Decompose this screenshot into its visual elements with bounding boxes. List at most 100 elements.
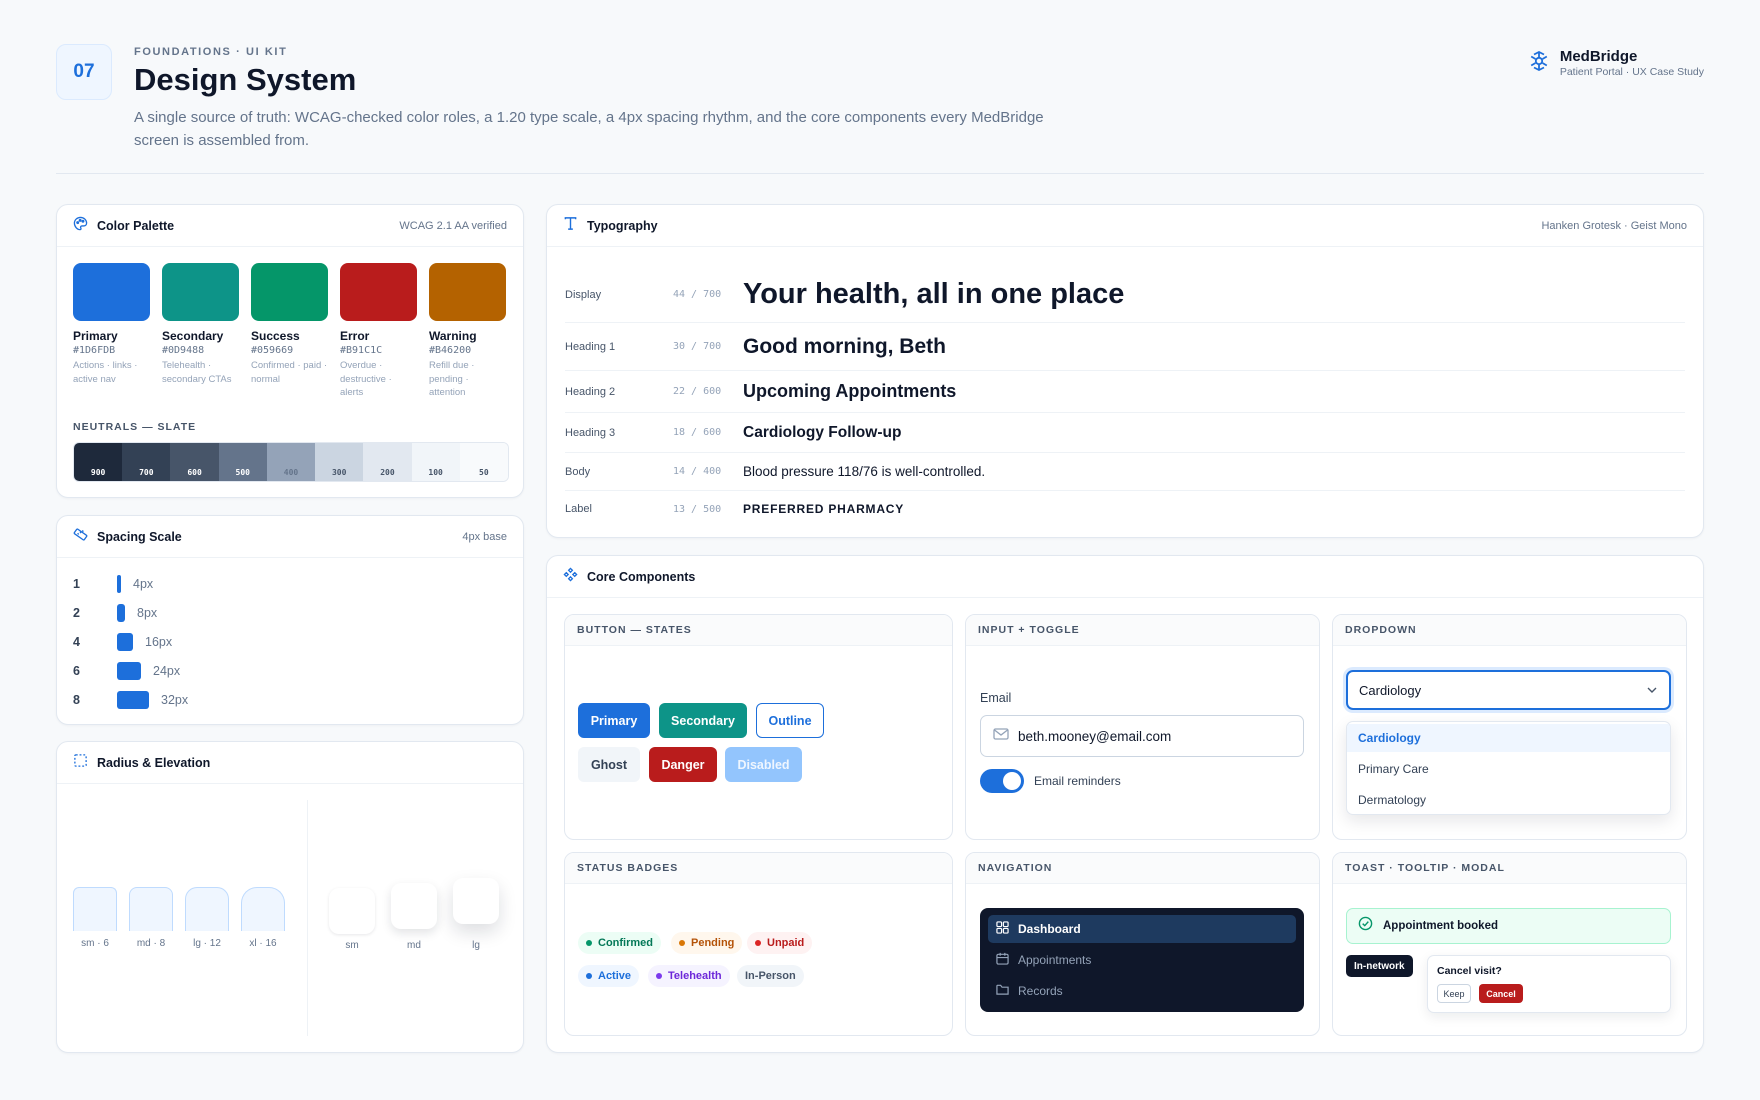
- typography-card: Typography Hanken Grotesk · Geist Mono D…: [546, 204, 1704, 538]
- navigation-panel: NAVIGATION Dashboard Appointments Record…: [965, 852, 1320, 1036]
- type-role: Heading 2: [565, 385, 616, 398]
- toggle-label: Email reminders: [1034, 774, 1121, 788]
- card-title: Radius & Elevation: [97, 755, 211, 770]
- neutrals-label: NEUTRALS — SLATE: [73, 421, 197, 433]
- radius-sample-md: [129, 887, 173, 931]
- buttons-panel: BUTTON — STATES Primary Secondary Outlin…: [564, 614, 953, 840]
- spacing-key: 8: [73, 693, 80, 707]
- type-spec: 13 / 500: [673, 503, 722, 515]
- spacing-row: 4 16px: [73, 632, 172, 652]
- radius-sample-lg: [185, 887, 229, 931]
- secondary-button[interactable]: Secondary: [659, 703, 747, 738]
- spacing-key: 2: [73, 606, 80, 620]
- radius-sample-xl: [241, 887, 285, 931]
- modal-title: Cancel visit?: [1437, 965, 1502, 977]
- swatch-chip: [73, 263, 150, 321]
- type-sample: Good morning, Beth: [743, 334, 946, 358]
- badge-label: In-Person: [745, 970, 796, 982]
- dropdown-option[interactable]: Primary Care: [1347, 755, 1670, 783]
- neutral-400: 400: [266, 443, 316, 481]
- elevation-label: lg: [472, 940, 480, 951]
- swatch-desc: Confirmed · paid · normal: [251, 360, 328, 385]
- panel-heading: TOAST · TOOLTIP · MODAL: [1333, 853, 1686, 884]
- spacing-key: 6: [73, 664, 80, 678]
- email-reminders-toggle[interactable]: [980, 769, 1024, 793]
- neutral-300: 300: [315, 443, 364, 481]
- card-title: Spacing Scale: [97, 529, 182, 544]
- eyebrow: FOUNDATIONS · UI KIT: [134, 46, 288, 58]
- spacing-value: 16px: [145, 635, 173, 649]
- badge-label: Active: [598, 970, 632, 982]
- nav-item-appointments[interactable]: Appointments: [988, 946, 1296, 974]
- radius-label: xl · 16: [249, 938, 277, 949]
- specialty-select[interactable]: Cardiology: [1346, 670, 1671, 710]
- dropdown-panel: DROPDOWN Cardiology Cardiology Primary C…: [1332, 614, 1687, 840]
- sidebar-nav: Dashboard Appointments Records: [980, 908, 1304, 1012]
- success-toast: Appointment booked: [1346, 908, 1671, 944]
- spacing-bar: [117, 604, 125, 622]
- keep-button[interactable]: Keep: [1437, 984, 1471, 1003]
- neutral-500: 500: [218, 443, 267, 481]
- nav-item-records[interactable]: Records: [988, 977, 1296, 1005]
- danger-button[interactable]: Danger: [649, 747, 717, 782]
- neutral-600: 600: [170, 443, 219, 481]
- swatch-success: Success #059669 Confirmed · paid · norma…: [251, 263, 328, 400]
- spacing-bar: [117, 691, 149, 709]
- core-components-card: Core Components BUTTON — STATES Primary …: [546, 555, 1704, 1053]
- tooltip: In-network: [1346, 955, 1413, 977]
- swatch-hex: #B91C1C: [340, 345, 383, 356]
- neutral-scale: 900 700 600 500 400 300 200 100 50: [73, 442, 509, 482]
- swatch-name: Success: [251, 329, 300, 343]
- status-badge-in-person: In-Person: [737, 965, 804, 987]
- dropdown-option[interactable]: Dermatology: [1347, 786, 1670, 814]
- spacing-scale-card: Spacing Scale 4px base 1 4px 2 8px 4 16p…: [56, 515, 524, 725]
- type-spec: 18 / 600: [673, 427, 722, 438]
- ghost-button[interactable]: Ghost: [578, 747, 640, 782]
- radius-label: lg · 12: [193, 938, 221, 949]
- dashed-square-icon: [73, 753, 88, 773]
- panel-heading: DROPDOWN: [1333, 615, 1686, 646]
- nav-label: Records: [1018, 984, 1063, 998]
- panel-heading: BUTTON — STATES: [565, 615, 952, 646]
- calendar-icon: [996, 952, 1018, 968]
- dropdown-option[interactable]: Cardiology: [1347, 724, 1670, 752]
- swatch-name: Warning: [429, 329, 477, 343]
- elevation-label: sm: [345, 940, 359, 951]
- spacing-row: 6 24px: [73, 661, 180, 681]
- type-role: Heading 3: [565, 426, 616, 439]
- swatch-list: Primary #1D6FDB Actions · links · active…: [73, 263, 506, 400]
- swatch-name: Error: [340, 329, 370, 343]
- email-field-label: Email: [980, 691, 1012, 705]
- email-field[interactable]: beth.mooney@email.com: [980, 715, 1304, 757]
- status-badges-panel: STATUS BADGES Confirmed Pending Unpaid A…: [564, 852, 953, 1036]
- type-sample: Cardiology Follow-up: [743, 423, 902, 441]
- type-sample: PREFERRED PHARMACY: [743, 502, 905, 516]
- status-badge-unpaid: Unpaid: [747, 932, 813, 954]
- page-header: 07 FOUNDATIONS · UI KIT Design System A …: [56, 44, 1704, 174]
- elevation-label: md: [407, 940, 421, 951]
- nav-item-dashboard[interactable]: Dashboard: [988, 915, 1296, 943]
- cancel-button[interactable]: Cancel: [1479, 984, 1523, 1003]
- toast-message: Appointment booked: [1383, 920, 1498, 932]
- select-value: Cardiology: [1359, 682, 1422, 698]
- type-row-body: Body 14 / 400 Blood pressure 118/76 is w…: [565, 453, 1685, 491]
- badge-label: Telehealth: [668, 970, 722, 982]
- divider: [307, 800, 308, 1036]
- type-spec: 30 / 700: [673, 341, 722, 352]
- spacing-base-note: 4px base: [462, 530, 507, 543]
- outline-button[interactable]: Outline: [756, 703, 824, 738]
- panel-heading: NAVIGATION: [966, 853, 1319, 884]
- type-sample: Upcoming Appointments: [743, 381, 957, 401]
- radius-label: md · 8: [136, 938, 166, 949]
- panel-heading: STATUS BADGES: [565, 853, 952, 884]
- font-families: Hanken Grotesk · Geist Mono: [1541, 219, 1687, 232]
- spacing-value: 8px: [137, 606, 158, 620]
- swatch-chip: [429, 263, 506, 321]
- toggle-knob: [1003, 772, 1021, 790]
- disabled-button[interactable]: Disabled: [725, 747, 802, 782]
- mail-icon: [993, 727, 1009, 746]
- status-badge-active: Active: [578, 965, 640, 987]
- primary-button[interactable]: Primary: [578, 703, 650, 738]
- elevation-sample-lg: [453, 878, 499, 924]
- type-spec: 22 / 600: [673, 386, 722, 397]
